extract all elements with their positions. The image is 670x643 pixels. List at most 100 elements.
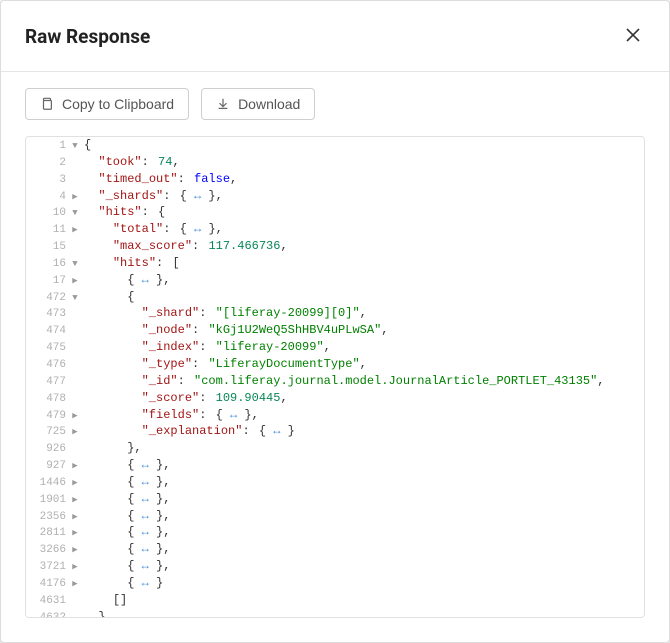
token-colon: :: [178, 172, 194, 186]
token-brace: {: [127, 525, 141, 539]
fold-closed-icon[interactable]: ▶: [68, 426, 80, 438]
token-key: "_explanation": [142, 424, 243, 438]
code-content[interactable]: "_id": "com.liferay.journal.model.Journa…: [80, 373, 605, 389]
code-content[interactable]: {: [80, 289, 134, 305]
line-number: 10: [26, 206, 68, 221]
code-line: 473 "_shard": "[liferay-20099][0]",: [26, 305, 644, 322]
fold-closed-icon[interactable]: ▶: [68, 275, 80, 287]
line-number: 927: [26, 459, 68, 474]
token-brace: }: [149, 475, 163, 489]
fold-open-icon[interactable]: ▼: [68, 292, 80, 304]
fold-closed-icon[interactable]: ▶: [68, 477, 80, 489]
token-brace: {: [127, 492, 141, 506]
copy-to-clipboard-button[interactable]: Copy to Clipboard: [25, 88, 189, 120]
token-brace: {: [259, 424, 273, 438]
token-key: "hits": [113, 256, 156, 270]
fold-closed-icon[interactable]: ▶: [68, 544, 80, 556]
code-content[interactable]: { ↔ },: [80, 491, 170, 507]
fold-closed-icon[interactable]: ▶: [68, 561, 80, 573]
expand-collapse-icon[interactable]: ↔: [142, 475, 149, 489]
code-content[interactable]: "_explanation": { ↔ }: [80, 423, 295, 439]
token-comma: ,: [230, 172, 237, 186]
line-number: 2356: [26, 510, 68, 525]
token-colon: :: [199, 408, 215, 422]
expand-collapse-icon[interactable]: ↔: [142, 273, 149, 287]
fold-closed-icon[interactable]: ▶: [68, 460, 80, 472]
code-content[interactable]: "hits": {: [80, 204, 165, 220]
token-comma: ,: [163, 525, 170, 539]
code-content[interactable]: { ↔ },: [80, 272, 170, 288]
code-line: 15 "max_score": 117.466736,: [26, 238, 644, 255]
code-content[interactable]: { ↔ },: [80, 457, 170, 473]
token-number: 109.90445: [216, 391, 281, 405]
line-number: 479: [26, 409, 68, 424]
line-number: 725: [26, 425, 68, 440]
code-content[interactable]: { ↔ },: [80, 541, 170, 557]
expand-collapse-icon[interactable]: ↔: [142, 576, 149, 590]
token-key: "fields": [142, 408, 200, 422]
code-content[interactable]: { ↔ },: [80, 558, 170, 574]
code-content[interactable]: { ↔ },: [80, 524, 170, 540]
token-key: "timed_out": [98, 172, 177, 186]
close-button[interactable]: [621, 21, 645, 51]
line-number: 11: [26, 223, 68, 238]
token-comma: ,: [381, 323, 388, 337]
token-colon: :: [142, 205, 158, 219]
fold-closed-icon[interactable]: ▶: [68, 191, 80, 203]
expand-collapse-icon[interactable]: ↔: [142, 458, 149, 472]
expand-collapse-icon[interactable]: ↔: [142, 542, 149, 556]
fold-closed-icon[interactable]: ▶: [68, 224, 80, 236]
line-number: 1901: [26, 493, 68, 508]
fold-closed-icon[interactable]: ▶: [68, 578, 80, 590]
code-content[interactable]: "_index": "liferay-20099",: [80, 339, 331, 355]
token-brace: {: [127, 273, 141, 287]
code-content[interactable]: "_score": 109.90445,: [80, 390, 288, 406]
code-line: 10▼ "hits": {: [26, 204, 644, 221]
token-string: "kGj1U2WeQ5ShHBV4uPLwSA": [208, 323, 381, 337]
token-comma: ,: [360, 357, 367, 371]
code-line: 926 },: [26, 440, 644, 457]
line-number: 477: [26, 375, 68, 390]
code-content[interactable]: "took": 74,: [80, 154, 180, 170]
expand-collapse-icon[interactable]: ↔: [142, 509, 149, 523]
code-content[interactable]: "_shards": { ↔ },: [80, 188, 223, 204]
code-content[interactable]: { ↔ },: [80, 474, 170, 490]
code-content[interactable]: "_type": "LiferayDocumentType",: [80, 356, 367, 372]
expand-collapse-icon[interactable]: ↔: [142, 559, 149, 573]
code-content[interactable]: { ↔ },: [80, 508, 170, 524]
code-content[interactable]: },: [80, 440, 142, 456]
fold-open-icon[interactable]: ▼: [68, 207, 80, 219]
expand-collapse-icon[interactable]: ↔: [142, 525, 149, 539]
code-line: 4▶ "_shards": { ↔ },: [26, 188, 644, 205]
code-content[interactable]: []: [80, 592, 127, 608]
code-content[interactable]: "fields": { ↔ },: [80, 407, 259, 423]
code-content[interactable]: "_node": "kGj1U2WeQ5ShHBV4uPLwSA",: [80, 322, 388, 338]
token-brace: [: [172, 256, 179, 270]
token-key: "took": [98, 155, 141, 169]
fold-closed-icon[interactable]: ▶: [68, 494, 80, 506]
code-content[interactable]: }: [80, 609, 106, 618]
token-colon: :: [178, 374, 194, 388]
code-content[interactable]: {: [80, 137, 91, 153]
code-line: 478 "_score": 109.90445,: [26, 390, 644, 407]
fold-closed-icon[interactable]: ▶: [68, 527, 80, 539]
expand-collapse-icon[interactable]: ↔: [142, 492, 149, 506]
fold-closed-icon[interactable]: ▶: [68, 410, 80, 422]
code-content[interactable]: "total": { ↔ },: [80, 221, 223, 237]
fold-open-icon[interactable]: ▼: [68, 140, 80, 152]
code-content[interactable]: "hits": [: [80, 255, 180, 271]
fold-open-icon[interactable]: ▼: [68, 258, 80, 270]
json-viewer[interactable]: 1▼{2 "took": 74,3 "timed_out": false,4▶ …: [25, 136, 645, 618]
token-key: "_shard": [142, 306, 200, 320]
code-content[interactable]: "_shard": "[liferay-20099][0]",: [80, 305, 367, 321]
line-number: 1: [26, 139, 68, 154]
token-comma: ,: [324, 340, 331, 354]
fold-closed-icon[interactable]: ▶: [68, 511, 80, 523]
download-button[interactable]: Download: [201, 88, 315, 120]
download-button-label: Download: [238, 96, 300, 112]
code-content[interactable]: { ↔ }: [80, 575, 163, 591]
code-line: 474 "_node": "kGj1U2WeQ5ShHBV4uPLwSA",: [26, 322, 644, 339]
code-content[interactable]: "max_score": 117.466736,: [80, 238, 288, 254]
code-content[interactable]: "timed_out": false,: [80, 171, 237, 187]
token-bool: false: [194, 172, 230, 186]
